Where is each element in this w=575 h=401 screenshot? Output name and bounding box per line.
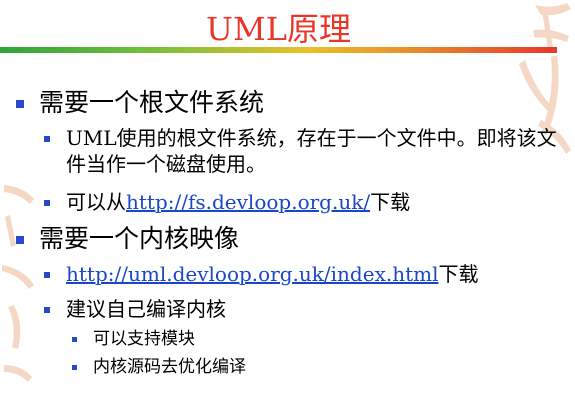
bullet-item-deoptimize-compile: 内核源码去优化编译 xyxy=(72,356,246,378)
bullet-square xyxy=(16,100,24,108)
bullet-square xyxy=(72,337,77,342)
bullet-text-suffix: 下载 xyxy=(370,190,411,214)
bullet-item-root-fs: 需要一个根文件系统 xyxy=(16,88,264,118)
bullet-square xyxy=(72,365,77,370)
bullet-text-suffix: 下载 xyxy=(438,262,479,286)
slide-title: UML原理 xyxy=(206,10,351,48)
bullet-square xyxy=(44,136,50,142)
bullet-text: 内核源码去优化编译 xyxy=(93,357,246,377)
bullet-text: UML使用的根文件系统，存在于一个文件中。即将该文件当作一个磁盘使用。 xyxy=(66,126,557,176)
bullet-item-download-fs: 可以从http://fs.devloop.org.uk/下载 xyxy=(44,189,410,215)
bullet-square xyxy=(16,236,24,244)
kernel-download-link[interactable]: http://uml.devloop.org.uk/index.html xyxy=(66,262,438,286)
bullet-item-uml-root-fs: UML使用的根文件系统，存在于一个文件中。即将该文件当作一个磁盘使用。 xyxy=(44,125,564,177)
title-underline xyxy=(0,47,557,53)
bullet-text: 需要一个根文件系统 xyxy=(39,88,265,117)
bullet-square xyxy=(44,200,50,206)
bullet-item-compile-kernel: 建议自己编译内核 xyxy=(44,296,226,322)
bullet-item-kernel-image: 需要一个内核映像 xyxy=(16,224,239,254)
bullet-square xyxy=(44,272,50,278)
bullet-item-module-support: 可以支持模块 xyxy=(72,328,195,350)
bullet-text: 需要一个内核映像 xyxy=(39,224,240,253)
bullet-item-download-kernel: http://uml.devloop.org.uk/index.html下载 xyxy=(44,261,478,287)
bullet-text: 建议自己编译内核 xyxy=(66,297,226,321)
calligraphy-decoration-left xyxy=(2,185,34,382)
bullet-text: 可以支持模块 xyxy=(93,329,195,349)
bullet-text-prefix: 可以从 xyxy=(66,190,126,214)
fs-download-link[interactable]: http://fs.devloop.org.uk/ xyxy=(126,190,370,214)
bullet-square xyxy=(44,307,50,313)
